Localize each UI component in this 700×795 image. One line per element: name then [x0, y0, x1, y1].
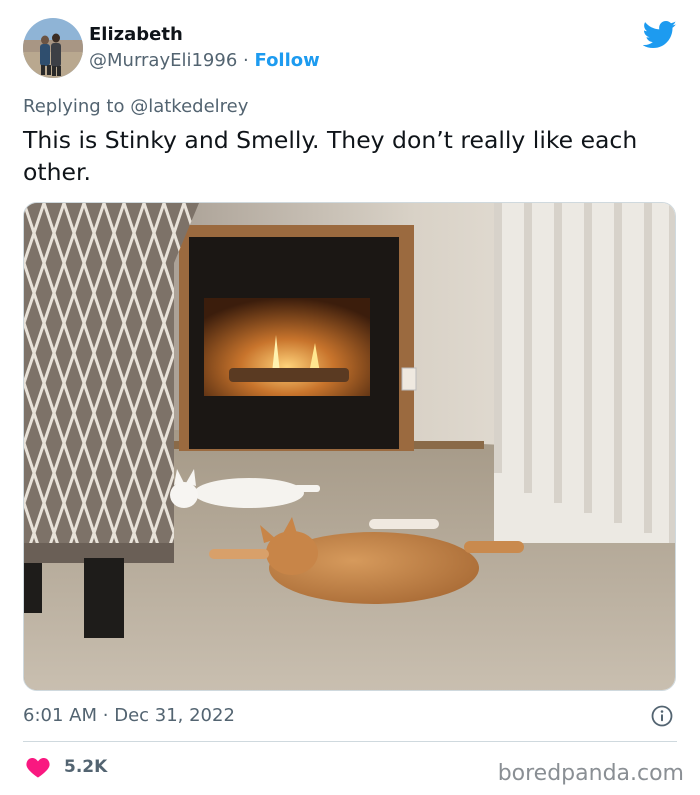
tweet-header: Elizabeth @MurrayEli1996 · Follow — [23, 18, 677, 80]
follow-button[interactable]: Follow — [255, 50, 320, 71]
tweet-photo[interactable] — [23, 202, 676, 691]
twitter-bird-icon[interactable] — [642, 20, 677, 50]
like-action[interactable]: 5.2K — [26, 755, 107, 779]
author-handle[interactable]: @MurrayEli1996 — [89, 50, 237, 71]
separator-dot: · — [243, 50, 249, 71]
timestamp-separator: · — [102, 705, 109, 726]
reply-mention-link[interactable]: @latkedelrey — [130, 96, 248, 117]
tweet-text: This is Stinky and Smelly. They don’t re… — [23, 126, 638, 186]
author-name[interactable]: Elizabeth — [89, 24, 183, 45]
divider — [23, 741, 677, 742]
replying-to: Replying to @latkedelrey — [23, 96, 248, 117]
tweet-date: Dec 31, 2022 — [114, 705, 235, 726]
tweet-timestamp[interactable]: 6:01 AM · Dec 31, 2022 — [23, 705, 235, 726]
avatar[interactable] — [23, 18, 83, 78]
info-icon[interactable] — [651, 705, 673, 727]
tweet-card: Elizabeth @MurrayEli1996 · Follow Replyi… — [0, 0, 700, 795]
heart-icon[interactable] — [26, 756, 50, 778]
tweet-time: 6:01 AM — [23, 705, 97, 726]
author-handle-row: @MurrayEli1996 · Follow — [89, 50, 320, 71]
reply-prefix: Replying to — [23, 96, 125, 117]
watermark: boredpanda.com — [497, 761, 684, 786]
like-count: 5.2K — [64, 757, 108, 777]
